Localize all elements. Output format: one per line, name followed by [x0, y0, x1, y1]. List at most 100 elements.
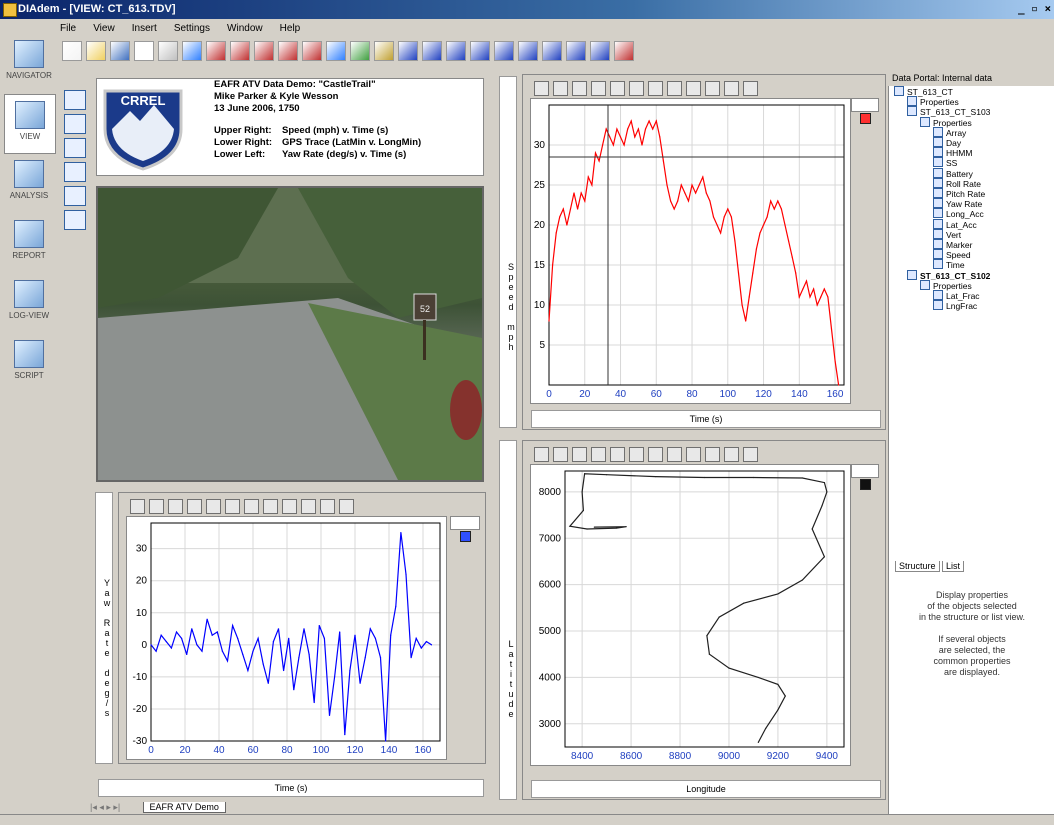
- sheet-tab-eafr[interactable]: EAFR ATV Demo: [142, 802, 226, 813]
- scale-x-icon[interactable]: [610, 81, 625, 96]
- curve-2-icon[interactable]: [724, 447, 739, 462]
- menu-view[interactable]: View: [93, 23, 115, 34]
- y-tick-label: 7000: [539, 533, 562, 544]
- scale-y-icon[interactable]: [629, 447, 644, 462]
- speed-channel-box[interactable]: [851, 98, 879, 112]
- menu-insert[interactable]: Insert: [132, 23, 157, 34]
- copy-icon[interactable]: [134, 41, 154, 61]
- zoom-icon[interactable]: [534, 81, 549, 96]
- menu-settings[interactable]: Settings: [174, 23, 210, 34]
- autoscale-icon[interactable]: [591, 81, 606, 96]
- window-controls[interactable]: _ ▫ ×: [1018, 2, 1051, 15]
- nav-view-button[interactable]: VIEW: [4, 94, 56, 154]
- cursor-icon[interactable]: [648, 447, 663, 462]
- curve-icon[interactable]: [705, 447, 720, 462]
- layout-split-icon[interactable]: [64, 138, 86, 158]
- next-icon[interactable]: [542, 41, 562, 61]
- nav-log-view-button[interactable]: LOG-VIEW: [4, 274, 54, 332]
- yaw-legend-marker[interactable]: [460, 531, 471, 542]
- cursor-icon[interactable]: [244, 499, 259, 514]
- nav-navigator-button[interactable]: NAVIGATOR: [4, 34, 54, 92]
- open-icon[interactable]: [86, 41, 106, 61]
- chart-4-icon[interactable]: [278, 41, 298, 61]
- curve-3-icon[interactable]: [743, 81, 758, 96]
- prev-icon[interactable]: [446, 41, 466, 61]
- cursor-icon[interactable]: [648, 81, 663, 96]
- gps-legend-marker[interactable]: [860, 479, 871, 490]
- play-icon[interactable]: [470, 41, 490, 61]
- speed-legend-marker[interactable]: [860, 113, 871, 124]
- layout-edit-icon[interactable]: [64, 210, 86, 230]
- autoscale-icon[interactable]: [187, 499, 202, 514]
- zoom-y-icon[interactable]: [168, 499, 183, 514]
- tool-icon[interactable]: [350, 41, 370, 61]
- menu-file[interactable]: File: [60, 23, 76, 34]
- zoom-y-icon[interactable]: [572, 447, 587, 462]
- tab-list[interactable]: List: [942, 561, 965, 572]
- data-point: [298, 657, 300, 659]
- speed-chart[interactable]: 0 20 40 60 80 100 120 140 160 5 10 15 20 25 30: [530, 98, 851, 404]
- next-fast-icon[interactable]: [566, 41, 586, 61]
- menu-window[interactable]: Window: [227, 23, 263, 34]
- group-icon: [907, 96, 917, 107]
- layout-mixed-icon[interactable]: [64, 162, 86, 182]
- band-cursor-icon[interactable]: [667, 447, 682, 462]
- chart-2-icon[interactable]: [230, 41, 250, 61]
- sheet-nav-arrows[interactable]: |◂ ◂ ▸ ▸|: [90, 802, 140, 813]
- tab-structure[interactable]: Structure: [895, 561, 940, 572]
- zoom-x-icon[interactable]: [553, 81, 568, 96]
- layout-table-icon[interactable]: [64, 186, 86, 206]
- curve-3-icon[interactable]: [339, 499, 354, 514]
- print-icon[interactable]: [182, 41, 202, 61]
- layout-2x2-icon[interactable]: [64, 90, 86, 110]
- save-icon[interactable]: [110, 41, 130, 61]
- chart-5-icon[interactable]: [302, 41, 322, 61]
- pause-icon[interactable]: [518, 41, 538, 61]
- zoom-x-icon[interactable]: [553, 447, 568, 462]
- scale-x-icon[interactable]: [206, 499, 221, 514]
- flag-icon[interactable]: [282, 499, 297, 514]
- curve-2-icon[interactable]: [724, 81, 739, 96]
- data-point: [766, 216, 768, 218]
- gps-chart[interactable]: 8400 8600 8800 9000 9200 9400 3000 4000 5000 6000…: [530, 464, 851, 766]
- nav-report-button[interactable]: REPORT: [4, 214, 54, 272]
- autoscale-icon[interactable]: [591, 447, 606, 462]
- flag-icon[interactable]: [686, 447, 701, 462]
- scale-y-icon[interactable]: [629, 81, 644, 96]
- menu-help[interactable]: Help: [280, 23, 301, 34]
- curve-icon[interactable]: [705, 81, 720, 96]
- layout-rows-icon[interactable]: [64, 114, 86, 134]
- curve-2-icon[interactable]: [320, 499, 335, 514]
- last-icon[interactable]: [590, 41, 610, 61]
- nav-analysis-button[interactable]: ANALYSIS: [4, 154, 54, 212]
- step-icon[interactable]: [494, 41, 514, 61]
- zoom-icon[interactable]: [130, 499, 145, 514]
- gps-channel-box[interactable]: [851, 464, 879, 478]
- tree-item[interactable]: LngFrac: [933, 300, 977, 311]
- y-tick-label: 3000: [539, 719, 562, 730]
- flag-icon[interactable]: [686, 81, 701, 96]
- chart-1-icon[interactable]: [206, 41, 226, 61]
- yaw-channel-box[interactable]: [450, 516, 480, 530]
- zoom-x-icon[interactable]: [149, 499, 164, 514]
- scale-y-icon[interactable]: [225, 499, 240, 514]
- band-cursor-icon[interactable]: [667, 81, 682, 96]
- chart-3-icon[interactable]: [254, 41, 274, 61]
- band-cursor-icon[interactable]: [263, 499, 278, 514]
- video-frame[interactable]: 52: [96, 186, 484, 482]
- extra-icon[interactable]: [614, 41, 634, 61]
- new-icon[interactable]: [62, 41, 82, 61]
- prev-fast-icon[interactable]: [422, 41, 442, 61]
- curve-3-icon[interactable]: [743, 447, 758, 462]
- table-icon[interactable]: [326, 41, 346, 61]
- zoom-icon[interactable]: [534, 447, 549, 462]
- export-icon[interactable]: [374, 41, 394, 61]
- nav-script-button[interactable]: SCRIPT: [4, 334, 54, 392]
- yaw-chart[interactable]: 0 20 40 60 80 100 120 140 160 -30 -20 -10 0 10 20 30: [126, 516, 447, 760]
- zoom-y-icon[interactable]: [572, 81, 587, 96]
- curve-icon[interactable]: [301, 499, 316, 514]
- speed-xlabel: Time (s): [531, 410, 881, 428]
- cut-icon[interactable]: [158, 41, 178, 61]
- scale-x-icon[interactable]: [610, 447, 625, 462]
- first-icon[interactable]: [398, 41, 418, 61]
